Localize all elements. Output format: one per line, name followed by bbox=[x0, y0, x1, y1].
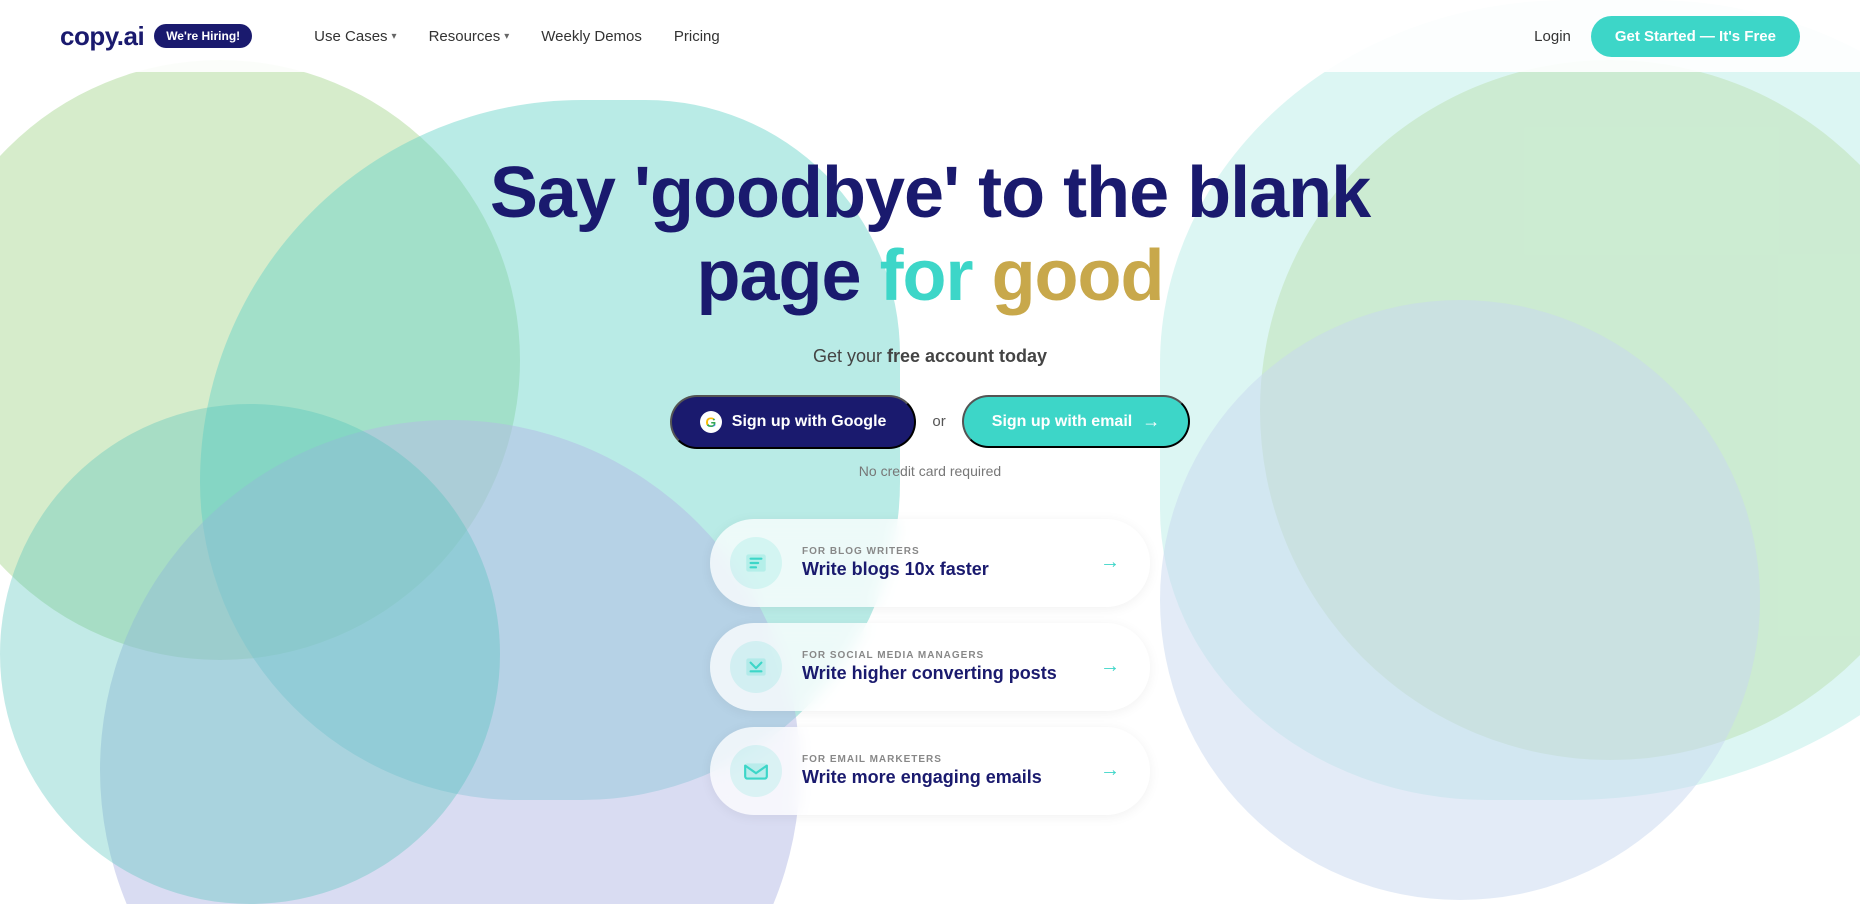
feature-card-social[interactable]: FOR SOCIAL MEDIA MANAGERS Write higher c… bbox=[710, 623, 1150, 711]
nav-use-cases[interactable]: Use Cases ▾ bbox=[302, 20, 408, 53]
social-card-title: Write higher converting posts bbox=[802, 663, 1080, 684]
social-media-icon bbox=[743, 654, 769, 680]
or-divider: or bbox=[932, 413, 945, 430]
email-signup-button[interactable]: Sign up with email → bbox=[962, 395, 1190, 448]
nav-weekly-demos[interactable]: Weekly Demos bbox=[529, 20, 654, 53]
social-card-text: FOR SOCIAL MEDIA MANAGERS Write higher c… bbox=[802, 650, 1080, 684]
cta-row: G Sign up with Google or Sign up with em… bbox=[670, 395, 1190, 449]
social-icon-wrap bbox=[730, 641, 782, 693]
nav-pricing[interactable]: Pricing bbox=[662, 20, 732, 53]
arrow-right-icon: → bbox=[1100, 551, 1120, 574]
no-credit-card-text: No credit card required bbox=[859, 463, 1001, 479]
login-button[interactable]: Login bbox=[1534, 28, 1571, 45]
blog-card-title: Write blogs 10x faster bbox=[802, 559, 1080, 580]
get-started-button[interactable]: Get Started — It's Free bbox=[1591, 16, 1800, 57]
for-text: for bbox=[880, 236, 992, 316]
logo-area: copy.ai We're Hiring! bbox=[60, 21, 252, 52]
hero-title-line2: page for good bbox=[490, 235, 1370, 318]
chevron-down-icon: ▾ bbox=[392, 31, 397, 42]
email-card-title: Write more engaging emails bbox=[802, 767, 1080, 788]
feature-card-email[interactable]: FOR EMAIL MARKETERS Write more engaging … bbox=[710, 727, 1150, 815]
arrow-right-icon: → bbox=[1100, 759, 1120, 782]
google-signup-button[interactable]: G Sign up with Google bbox=[670, 395, 917, 449]
google-icon: G bbox=[700, 411, 722, 433]
blog-card-label: FOR BLOG WRITERS bbox=[802, 546, 1080, 557]
nav-links: Use Cases ▾ Resources ▾ Weekly Demos Pri… bbox=[302, 20, 1534, 53]
hero-title-line1: Say 'goodbye' to the blank bbox=[490, 153, 1370, 233]
arrow-right-icon: → bbox=[1142, 411, 1160, 432]
good-text: good bbox=[992, 236, 1164, 316]
logo-text[interactable]: copy.ai bbox=[60, 21, 144, 52]
feature-card-blog[interactable]: FOR BLOG WRITERS Write blogs 10x faster … bbox=[710, 519, 1150, 607]
social-card-label: FOR SOCIAL MEDIA MANAGERS bbox=[802, 650, 1080, 661]
nav-resources[interactable]: Resources ▾ bbox=[417, 20, 522, 53]
hero-section: Say 'goodbye' to the blank page for good… bbox=[0, 72, 1860, 815]
blog-icon bbox=[743, 550, 769, 576]
free-account-bold: free account today bbox=[887, 346, 1047, 366]
navbar: copy.ai We're Hiring! Use Cases ▾ Resour… bbox=[0, 0, 1860, 72]
feature-cards-list: FOR BLOG WRITERS Write blogs 10x faster … bbox=[0, 519, 1860, 815]
hiring-badge[interactable]: We're Hiring! bbox=[154, 24, 252, 48]
email-icon-wrap bbox=[730, 745, 782, 797]
chevron-down-icon: ▾ bbox=[504, 31, 509, 42]
email-card-text: FOR EMAIL MARKETERS Write more engaging … bbox=[802, 754, 1080, 788]
page-text: page bbox=[697, 236, 880, 316]
email-icon bbox=[743, 758, 769, 784]
blog-icon-wrap bbox=[730, 537, 782, 589]
arrow-right-icon: → bbox=[1100, 655, 1120, 678]
blog-card-text: FOR BLOG WRITERS Write blogs 10x faster bbox=[802, 546, 1080, 580]
hero-title: Say 'goodbye' to the blank page for good bbox=[490, 152, 1370, 318]
email-card-label: FOR EMAIL MARKETERS bbox=[802, 754, 1080, 765]
nav-right: Login Get Started — It's Free bbox=[1534, 16, 1800, 57]
hero-subtitle: Get your free account today bbox=[813, 346, 1047, 367]
